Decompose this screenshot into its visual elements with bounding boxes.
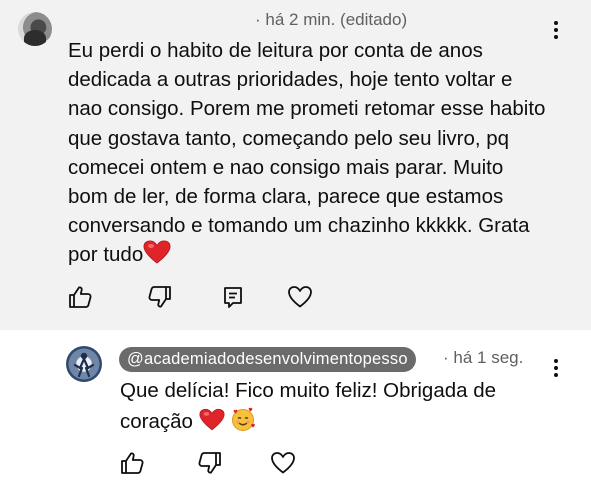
top-comment: · há 2 min. (editado) Eu perdi o habito … [0, 0, 591, 330]
like-icon[interactable] [119, 450, 145, 476]
avatar[interactable] [18, 12, 52, 46]
dislike-icon[interactable] [197, 450, 223, 476]
channel-handle-badge[interactable]: @academiadodesenvolvimentopesso [119, 347, 416, 372]
heart-outline-icon[interactable] [287, 284, 313, 310]
channel-avatar[interactable] [66, 346, 102, 382]
reply-icon[interactable] [220, 284, 246, 310]
comment-line: que gostava tanto, começando pelo seu li… [68, 126, 510, 150]
comment-timestamp: · há 2 min. (editado) [255, 10, 408, 29]
reply-line: coração [120, 410, 193, 433]
more-options-icon[interactable] [546, 356, 566, 380]
comment-line: por tudo [68, 243, 144, 267]
red-heart-emoji-icon [199, 408, 225, 440]
comment-line: nao consigo. Porem me prometi retomar es… [68, 97, 546, 121]
like-icon[interactable] [67, 284, 93, 310]
dislike-icon[interactable] [147, 284, 173, 310]
comment-line: conversando e tomando um chazinho kkkkk.… [68, 214, 530, 238]
reply-timestamp: · há 1 seg. [443, 348, 524, 367]
comment-line: comecei ontem e nao consigo mais parar. … [68, 155, 504, 179]
comment-text: Eu perdi o habito de leitura por conta d… [68, 36, 558, 273]
heart-outline-icon[interactable] [270, 450, 296, 476]
reply-line: Que delícia! Fico muito feliz! Obrigada … [120, 379, 497, 402]
reply-text: Que delícia! Fico muito feliz! Obrigada … [120, 376, 540, 441]
red-heart-emoji-icon [143, 240, 171, 272]
comment-line-last: por tudo [68, 240, 558, 272]
comment-line: Eu perdi o habito de leitura por conta d… [68, 39, 483, 62]
comment-line: dedicada a outras prioridades, hoje tent… [68, 68, 513, 92]
reply-line-last: coração [120, 406, 540, 441]
comment-line: bom de ler, de forma clara, parece que e… [68, 185, 504, 209]
smiling-face-with-hearts-emoji-icon [230, 406, 256, 441]
